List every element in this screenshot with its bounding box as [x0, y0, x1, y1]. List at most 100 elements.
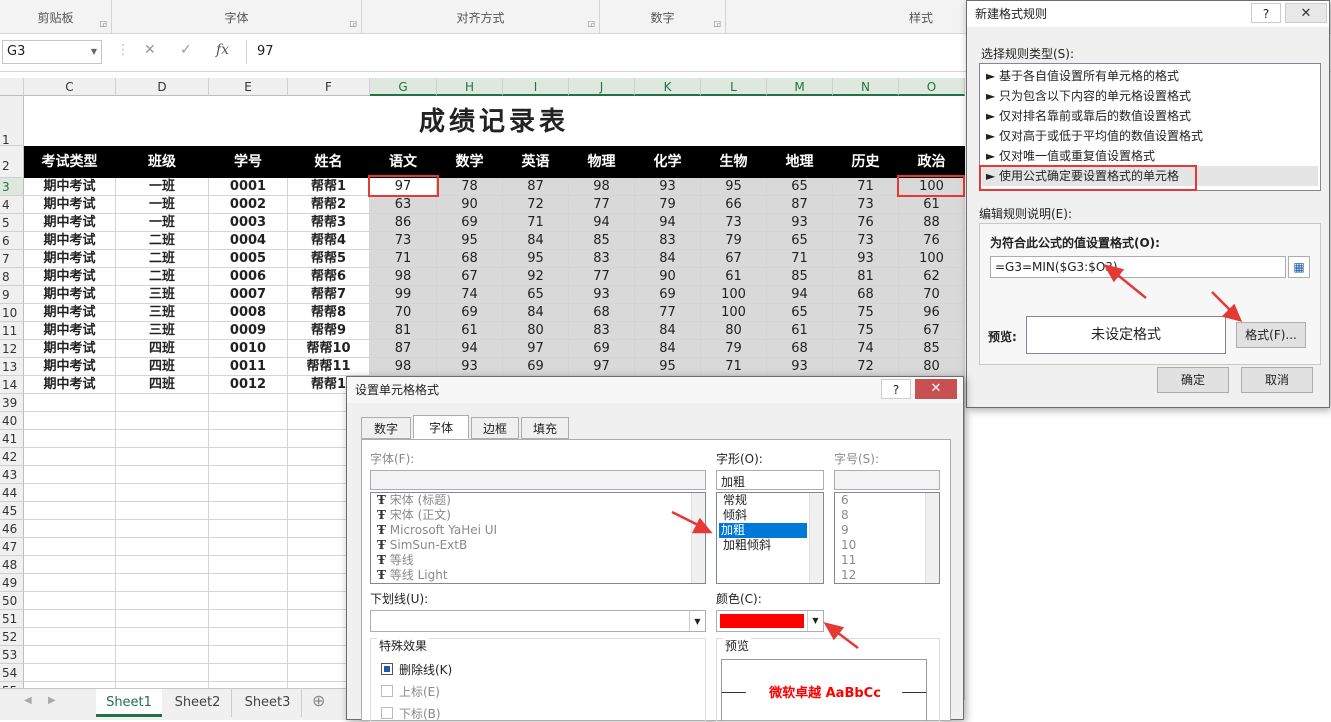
table-cell[interactable]: 94 — [569, 214, 635, 232]
row-header[interactable]: 9 — [0, 286, 24, 304]
column-header-h[interactable]: H — [437, 78, 503, 96]
table-cell[interactable]: 93 — [569, 286, 635, 304]
table-cell[interactable]: 75 — [833, 322, 899, 340]
table-cell[interactable]: 73 — [833, 196, 899, 214]
column-title-cell[interactable]: 数学 — [437, 146, 503, 178]
table-cell[interactable] — [24, 430, 116, 448]
scroll-right-icon[interactable]: ▶ — [48, 695, 56, 706]
column-header-n[interactable]: N — [833, 78, 899, 96]
table-cell[interactable]: 99 — [370, 286, 437, 304]
column-header-e[interactable]: E — [209, 78, 288, 96]
row-header[interactable]: 2 — [0, 146, 24, 178]
table-cell[interactable]: 77 — [635, 304, 701, 322]
table-cell[interactable]: 67 — [899, 322, 965, 340]
column-title-cell[interactable]: 姓名 — [288, 146, 370, 178]
chevron-down-icon[interactable]: ▼ — [91, 41, 97, 63]
table-cell[interactable]: 74 — [437, 286, 503, 304]
range-picker-icon[interactable]: ▦ — [1288, 256, 1310, 278]
column-title-cell[interactable]: 历史 — [833, 146, 899, 178]
enter-icon[interactable]: ✓ — [180, 42, 192, 58]
table-cell[interactable]: 88 — [899, 214, 965, 232]
size-list-item[interactable]: 11 — [841, 553, 856, 568]
table-cell[interactable]: 69 — [437, 304, 503, 322]
color-picker[interactable]: ▼ — [716, 610, 824, 632]
table-cell[interactable]: 0008 — [209, 304, 288, 322]
row-header[interactable]: 44 — [0, 484, 24, 502]
table-cell[interactable]: 0011 — [209, 358, 288, 376]
table-cell[interactable]: 0009 — [209, 322, 288, 340]
table-cell[interactable] — [209, 448, 288, 466]
row-header[interactable]: 46 — [0, 520, 24, 538]
table-cell[interactable]: 75 — [833, 304, 899, 322]
ok-button[interactable]: 确定 — [1157, 367, 1229, 393]
rule-type-item[interactable]: ► 仅对唯一值或重复值设置格式 — [986, 146, 1155, 166]
font-list[interactable]: Ŧ 宋体 (标题) Ŧ 宋体 (正文) Ŧ Microsoft YaHei UI… — [370, 492, 706, 584]
row-header[interactable]: 5 — [0, 214, 24, 232]
row-header[interactable]: 49 — [0, 574, 24, 592]
table-cell[interactable]: 0006 — [209, 268, 288, 286]
table-cell[interactable]: 95 — [503, 250, 569, 268]
column-title-cell[interactable]: 化学 — [635, 146, 701, 178]
table-cell[interactable]: 期中考试 — [24, 322, 116, 340]
help-button[interactable]: ? — [881, 379, 911, 399]
column-title-cell[interactable]: 地理 — [767, 146, 833, 178]
row-header[interactable]: 54 — [0, 664, 24, 682]
table-cell[interactable]: 85 — [767, 268, 833, 286]
font-list-item[interactable]: Ŧ 等线 Light — [377, 568, 448, 583]
row-header[interactable]: 14 — [0, 376, 24, 394]
row-header[interactable]: 3 — [0, 178, 24, 196]
rule-type-item[interactable]: ► 仅对排名靠前或靠后的数值设置格式 — [986, 106, 1191, 126]
table-cell[interactable]: 92 — [503, 268, 569, 286]
underline-select[interactable]: ▼ — [370, 610, 706, 632]
style-list-item[interactable]: 常规 — [723, 493, 747, 508]
table-cell[interactable] — [24, 664, 116, 682]
table-cell[interactable]: 90 — [437, 196, 503, 214]
close-button[interactable]: ✕ — [1285, 3, 1327, 23]
table-cell[interactable] — [116, 466, 209, 484]
table-cell[interactable]: 72 — [833, 358, 899, 376]
table-cell[interactable]: 79 — [701, 232, 767, 250]
row-header[interactable]: 52 — [0, 628, 24, 646]
table-cell[interactable] — [209, 394, 288, 412]
row-header[interactable]: 1 — [0, 96, 24, 147]
row-header[interactable]: 40 — [0, 412, 24, 430]
table-cell[interactable] — [116, 592, 209, 610]
column-title-cell[interactable]: 语文 — [370, 146, 437, 178]
table-cell[interactable]: 71 — [701, 358, 767, 376]
column-header-k[interactable]: K — [635, 78, 701, 96]
row-header[interactable]: 11 — [0, 322, 24, 340]
size-list-item[interactable]: 12 — [841, 568, 856, 583]
table-cell[interactable] — [209, 574, 288, 592]
table-cell[interactable]: 83 — [569, 322, 635, 340]
table-cell[interactable] — [209, 520, 288, 538]
table-cell[interactable]: 69 — [437, 214, 503, 232]
row-header[interactable]: 50 — [0, 592, 24, 610]
table-cell[interactable]: 84 — [635, 322, 701, 340]
row-header[interactable]: 12 — [0, 340, 24, 358]
font-field[interactable] — [370, 470, 706, 490]
table-cell[interactable]: 68 — [569, 304, 635, 322]
column-header-o[interactable]: O — [899, 78, 965, 96]
table-cell[interactable]: 一班 — [116, 178, 209, 196]
table-cell[interactable]: 94 — [635, 214, 701, 232]
dialog-launcher-icon[interactable]: ◲ — [713, 20, 721, 28]
table-cell[interactable] — [116, 484, 209, 502]
row-header[interactable]: 53 — [0, 646, 24, 664]
table-cell[interactable]: 期中考试 — [24, 196, 116, 214]
table-cell[interactable] — [24, 412, 116, 430]
table-cell[interactable]: 100 — [899, 250, 965, 268]
row-header[interactable]: 48 — [0, 556, 24, 574]
table-cell[interactable]: 帮帮8 — [288, 304, 370, 322]
chevron-down-icon[interactable]: ▼ — [689, 611, 705, 631]
table-cell[interactable]: 期中考试 — [24, 250, 116, 268]
column-title-cell[interactable]: 考试类型 — [24, 146, 116, 178]
close-button[interactable]: ✕ — [915, 379, 957, 399]
table-cell[interactable]: 61 — [899, 196, 965, 214]
table-cell[interactable]: 85 — [569, 232, 635, 250]
row-header[interactable]: 8 — [0, 268, 24, 286]
table-cell[interactable]: 94 — [767, 286, 833, 304]
help-button[interactable]: ? — [1251, 3, 1281, 23]
dialog-launcher-icon[interactable]: ◲ — [99, 20, 107, 28]
table-cell[interactable] — [116, 448, 209, 466]
table-cell[interactable]: 69 — [635, 286, 701, 304]
